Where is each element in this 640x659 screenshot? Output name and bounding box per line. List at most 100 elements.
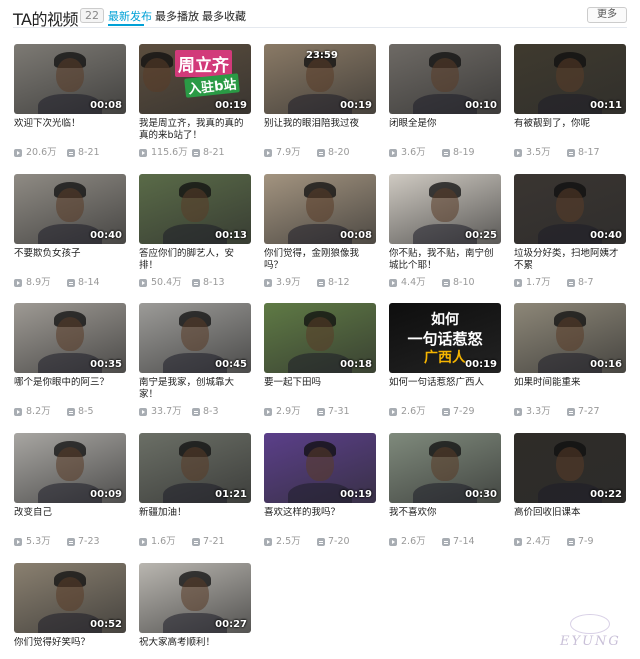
- video-title[interactable]: 答应你们的脚艺人，安排！: [139, 248, 251, 272]
- video-duration: 00:08: [90, 100, 122, 111]
- video-card[interactable]: 00:09 改变自己 5.3万 7-23: [14, 433, 126, 551]
- video-thumbnail[interactable]: 01:21: [139, 433, 251, 503]
- video-meta: 8.9万 8-14: [14, 277, 126, 289]
- tab-latest[interactable]: 最新发布: [108, 8, 152, 24]
- video-title[interactable]: 南宁是我家，创城靠大家！: [139, 377, 251, 401]
- publish-date: 8-5: [78, 406, 94, 417]
- calendar-icon: [67, 279, 75, 287]
- video-card[interactable]: 00:52 你们觉得好笑吗？: [14, 563, 126, 659]
- video-title[interactable]: 喜欢这样的我吗？: [264, 507, 376, 519]
- play-count-icon: [14, 538, 22, 546]
- video-card[interactable]: 00:27 祝大家高考顺利！: [139, 563, 251, 659]
- video-title[interactable]: 要一起下田吗: [264, 377, 376, 389]
- video-thumbnail[interactable]: 00:22: [514, 433, 626, 503]
- video-title[interactable]: 改变自己: [14, 507, 126, 519]
- video-count-badge: 22: [80, 8, 104, 23]
- video-thumbnail[interactable]: 00:13: [139, 174, 251, 244]
- video-thumbnail[interactable]: 00:35: [14, 303, 126, 373]
- video-card[interactable]: 周立齐 入驻b站 00:19 我是周立齐，我真的真的真的来b站了！ 115.6万 8-21: [139, 44, 251, 162]
- video-title[interactable]: 别让我的眼泪陪我过夜: [264, 118, 376, 130]
- more-button[interactable]: 更多: [587, 7, 627, 23]
- video-card[interactable]: 00:45 南宁是我家，创城靠大家！ 33.7万 8-3: [139, 303, 251, 421]
- play-count: 50.4万: [151, 277, 182, 288]
- video-thumbnail[interactable]: 00:30: [389, 433, 501, 503]
- video-card[interactable]: 00:35 哪个是你眼中的阿三？ 8.2万 8-5: [14, 303, 126, 421]
- play-count: 3.3万: [526, 406, 551, 417]
- thumbnail-figure-face: [556, 447, 584, 481]
- video-meta: 33.7万 8-3: [139, 406, 251, 418]
- video-title[interactable]: 垃圾分好类，扫地阿姨才不累: [514, 248, 626, 272]
- tab-most-favorited[interactable]: 最多收藏: [202, 8, 246, 24]
- video-card[interactable]: 00:18 要一起下田吗 2.9万 7-31: [264, 303, 376, 421]
- video-card[interactable]: 00:30 我不喜欢你 2.6万 7-14: [389, 433, 501, 551]
- video-thumbnail[interactable]: 00:40: [514, 174, 626, 244]
- play-count-icon: [514, 538, 522, 546]
- calendar-icon: [192, 538, 200, 546]
- publish-date: 7-9: [578, 536, 594, 547]
- calendar-icon: [192, 279, 200, 287]
- video-meta: 3.6万 8-19: [389, 147, 501, 159]
- video-title[interactable]: 我是周立齐，我真的真的真的来b站了！: [139, 118, 251, 142]
- video-thumbnail[interactable]: 如何 一句话惹怒 广西人 00:19: [389, 303, 501, 373]
- active-tab-indicator: [108, 24, 144, 26]
- video-meta: 4.4万 8-10: [389, 277, 501, 289]
- video-title[interactable]: 祝大家高考顺利！: [139, 637, 251, 649]
- video-title[interactable]: 如果时间能重来: [514, 377, 626, 389]
- video-duration: 00:22: [590, 489, 622, 500]
- publish-date: 8-3: [203, 406, 219, 417]
- video-thumbnail[interactable]: 00:08: [264, 174, 376, 244]
- video-thumbnail[interactable]: 00:18: [264, 303, 376, 373]
- video-title[interactable]: 如何一句话惹怒广西人: [389, 377, 501, 389]
- video-card[interactable]: 00:22 高价回收旧课本 2.4万 7-9: [514, 433, 626, 551]
- video-title[interactable]: 我不喜欢你: [389, 507, 501, 519]
- play-count-icon: [264, 279, 272, 287]
- video-card[interactable]: 00:40 不要欺负女孩子 8.9万 8-14: [14, 174, 126, 292]
- tab-most-played[interactable]: 最多播放: [155, 8, 199, 24]
- video-card[interactable]: 23:59 00:19 别让我的眼泪陪我过夜 7.9万 8-20: [264, 44, 376, 162]
- video-title[interactable]: 有被靓到了，你呢: [514, 118, 626, 130]
- video-card[interactable]: 00:13 答应你们的脚艺人，安排！ 50.4万 8-13: [139, 174, 251, 292]
- video-title[interactable]: 不要欺负女孩子: [14, 248, 126, 260]
- calendar-icon: [67, 149, 75, 157]
- video-thumbnail[interactable]: 00:19: [264, 433, 376, 503]
- video-thumbnail[interactable]: 00:11: [514, 44, 626, 114]
- video-thumbnail[interactable]: 00:16: [514, 303, 626, 373]
- play-count: 2.6万: [401, 536, 426, 547]
- video-card[interactable]: 00:10 闭眼全是你 3.6万 8-19: [389, 44, 501, 162]
- play-count: 1.6万: [151, 536, 176, 547]
- video-thumbnail[interactable]: 00:08: [14, 44, 126, 114]
- video-card[interactable]: 00:25 你不贴，我不贴，南宁创城比个耶！ 4.4万 8-10: [389, 174, 501, 292]
- video-duration: 00:09: [90, 489, 122, 500]
- video-title[interactable]: 欢迎下次光临！: [14, 118, 126, 130]
- video-thumbnail[interactable]: 00:09: [14, 433, 126, 503]
- play-count-icon: [139, 408, 147, 416]
- video-card[interactable]: 00:19 喜欢这样的我吗？ 2.5万 7-20: [264, 433, 376, 551]
- video-card[interactable]: 如何 一句话惹怒 广西人 00:19 如何一句话惹怒广西人 2.6万 7-29: [389, 303, 501, 421]
- video-title[interactable]: 高价回收旧课本: [514, 507, 626, 519]
- video-card[interactable]: 01:21 新疆加油！ 1.6万 7-21: [139, 433, 251, 551]
- video-title[interactable]: 哪个是你眼中的阿三？: [14, 377, 126, 389]
- video-card[interactable]: 00:16 如果时间能重来 3.3万 7-27: [514, 303, 626, 421]
- video-card[interactable]: 00:11 有被靓到了，你呢 3.5万 8-17: [514, 44, 626, 162]
- video-thumbnail[interactable]: 00:27: [139, 563, 251, 633]
- play-count-icon: [389, 149, 397, 157]
- video-title[interactable]: 你不贴，我不贴，南宁创城比个耶！: [389, 248, 501, 272]
- video-title[interactable]: 闭眼全是你: [389, 118, 501, 130]
- video-title[interactable]: 你们觉得，金刚狼像我吗？: [264, 248, 376, 272]
- play-count: 3.5万: [526, 147, 551, 158]
- thumbnail-figure-face: [556, 188, 584, 222]
- video-thumbnail[interactable]: 23:59 00:19: [264, 44, 376, 114]
- video-card[interactable]: 00:40 垃圾分好类，扫地阿姨才不累 1.7万 8-7: [514, 174, 626, 292]
- video-meta: 115.6万 8-21: [139, 147, 251, 159]
- video-thumbnail[interactable]: 00:10: [389, 44, 501, 114]
- video-thumbnail[interactable]: 00:45: [139, 303, 251, 373]
- video-title[interactable]: 你们觉得好笑吗？: [14, 637, 126, 649]
- video-card[interactable]: 00:08 你们觉得，金刚狼像我吗？ 3.9万 8-12: [264, 174, 376, 292]
- video-thumbnail[interactable]: 00:25: [389, 174, 501, 244]
- video-thumbnail[interactable]: 00:52: [14, 563, 126, 633]
- video-thumbnail[interactable]: 周立齐 入驻b站 00:19: [139, 44, 251, 114]
- video-card[interactable]: 00:08 欢迎下次光临！ 20.6万 8-21: [14, 44, 126, 162]
- video-thumbnail[interactable]: 00:40: [14, 174, 126, 244]
- video-title[interactable]: 新疆加油！: [139, 507, 251, 519]
- calendar-icon: [567, 149, 575, 157]
